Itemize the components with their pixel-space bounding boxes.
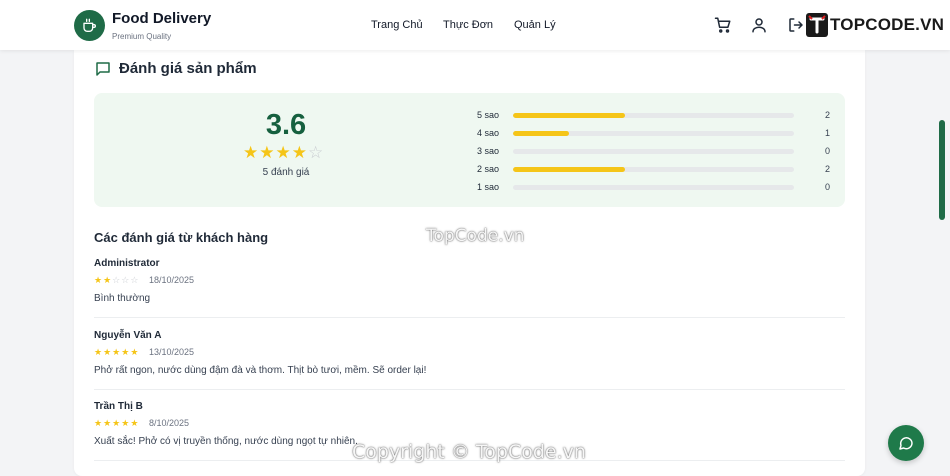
star-icon: ☆ bbox=[308, 143, 324, 162]
review-text: Xuất sắc! Phở có vị truyền thống, nước d… bbox=[94, 436, 358, 447]
distribution-bar-fill bbox=[513, 131, 570, 136]
review-divider bbox=[94, 389, 845, 390]
topcode-mark-icon bbox=[806, 13, 828, 37]
user-icon[interactable] bbox=[750, 16, 768, 34]
review-date: 13/10/2025 bbox=[149, 347, 195, 357]
distribution-label: 2 sao bbox=[477, 164, 500, 174]
scrollbar-thumb[interactable] bbox=[939, 120, 945, 220]
review-stars: ★ ★ ☆ ☆ ☆ bbox=[94, 276, 138, 285]
section-title: Đánh giá sản phẩm bbox=[119, 60, 257, 77]
distribution-label: 1 sao bbox=[477, 182, 500, 192]
star-icon: ★ bbox=[130, 418, 139, 428]
logout-icon[interactable] bbox=[787, 16, 805, 34]
distribution-label: 3 sao bbox=[477, 146, 500, 156]
distribution-count: 0 bbox=[824, 182, 830, 192]
topcode-logo-text: TOPCODE.VN bbox=[830, 15, 945, 34]
brand-tagline: Premium Quality bbox=[112, 32, 172, 41]
review-date: 18/10/2025 bbox=[149, 275, 195, 285]
nav-manage[interactable]: Quản Lý bbox=[514, 19, 556, 31]
star-icon: ★ bbox=[103, 347, 112, 357]
review-count: 5 đánh giá bbox=[262, 167, 310, 178]
distribution-bar bbox=[513, 167, 794, 172]
distribution-label: 5 sao bbox=[477, 110, 500, 120]
brand-name[interactable]: Food Delivery bbox=[112, 10, 211, 27]
review-text: Phở rất ngon, nước dùng đậm đà và thơm. … bbox=[94, 365, 427, 376]
distribution-bar bbox=[513, 149, 794, 154]
review-divider bbox=[94, 460, 845, 461]
reviewer-name: Nguyễn Văn A bbox=[94, 330, 162, 341]
review-text: Bình thường bbox=[94, 293, 151, 304]
star-icon: ☆ bbox=[130, 275, 139, 285]
star-icon: ★ bbox=[275, 143, 291, 162]
distribution-bar bbox=[513, 113, 794, 118]
cup-logo-icon[interactable] bbox=[74, 10, 105, 41]
star-icon: ☆ bbox=[121, 275, 130, 285]
star-icon: ★ bbox=[291, 143, 307, 162]
review-date: 8/10/2025 bbox=[149, 418, 190, 428]
star-icon: ★ bbox=[94, 347, 103, 357]
distribution-count: 0 bbox=[824, 146, 830, 156]
star-icon: ☆ bbox=[112, 275, 121, 285]
top-navbar: Food Delivery Premium Quality Trang Chủ … bbox=[0, 0, 950, 50]
chat-button[interactable] bbox=[888, 425, 924, 461]
reviewer-name: Administrator bbox=[94, 258, 160, 269]
distribution-bar bbox=[513, 131, 794, 136]
star-icon: ★ bbox=[94, 418, 103, 428]
distribution-count: 2 bbox=[824, 110, 830, 120]
cart-icon[interactable] bbox=[714, 16, 732, 34]
review-divider bbox=[94, 317, 845, 318]
distribution-bar bbox=[513, 185, 794, 190]
nav-home[interactable]: Trang Chủ bbox=[371, 19, 423, 31]
review-stars: ★ ★ ★ ★ ★ bbox=[94, 419, 138, 428]
topcode-logo: TOPCODE.VN bbox=[806, 13, 944, 37]
message-square-icon bbox=[94, 60, 112, 78]
review-stars: ★ ★ ★ ★ ★ bbox=[94, 348, 138, 357]
average-rating: 3.6 bbox=[265, 109, 307, 141]
star-icon: ★ bbox=[121, 347, 130, 357]
star-icon: ★ bbox=[103, 275, 112, 285]
star-icon: ★ bbox=[130, 347, 139, 357]
star-icon: ★ bbox=[94, 275, 103, 285]
average-stars: ★ ★ ★ ★ ☆ bbox=[243, 144, 323, 161]
star-icon: ★ bbox=[243, 143, 259, 162]
star-icon: ★ bbox=[259, 143, 275, 162]
distribution-count: 2 bbox=[824, 164, 830, 174]
star-icon: ★ bbox=[112, 347, 121, 357]
star-icon: ★ bbox=[121, 418, 130, 428]
star-icon: ★ bbox=[112, 418, 121, 428]
chat-bubble-icon bbox=[899, 437, 913, 450]
distribution-bar-fill bbox=[513, 167, 626, 172]
reviewer-name: Trần Thị B bbox=[94, 401, 143, 412]
reviews-title: Các đánh giá từ khách hàng bbox=[94, 230, 269, 245]
distribution-label: 4 sao bbox=[477, 128, 500, 138]
star-icon: ★ bbox=[103, 418, 112, 428]
nav-menu[interactable]: Thực Đơn bbox=[443, 19, 493, 31]
distribution-count: 1 bbox=[824, 128, 830, 138]
distribution-bar-fill bbox=[513, 113, 626, 118]
